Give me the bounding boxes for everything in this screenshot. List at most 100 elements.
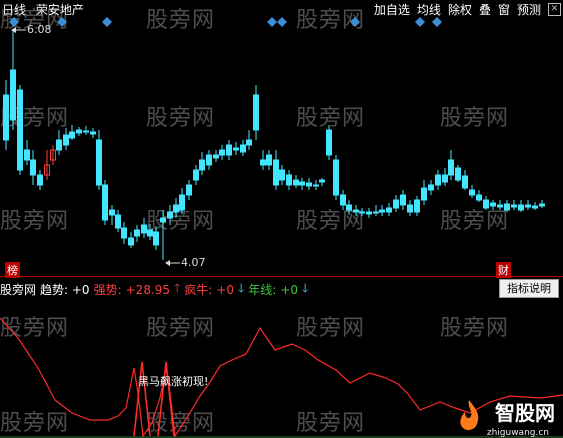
candle-body — [448, 159, 454, 176]
diamond-marker — [57, 17, 67, 27]
candle-body — [153, 231, 159, 246]
candle-body — [17, 89, 23, 171]
candle-body — [179, 194, 185, 211]
candle-body — [102, 184, 108, 221]
candle-body — [37, 174, 43, 186]
crazy-label: 疯牛: — [184, 283, 213, 297]
max-price-label: 6.08 — [27, 23, 52, 36]
candle-body — [393, 199, 399, 209]
candle-body — [109, 209, 115, 216]
candle-body — [379, 209, 385, 213]
candle-body — [63, 134, 69, 146]
candle-body — [219, 149, 225, 156]
candle-body — [497, 204, 503, 208]
candle-body — [76, 129, 82, 134]
candle-body — [115, 214, 121, 229]
candle-body — [313, 184, 319, 187]
candle-body — [30, 159, 36, 176]
arrow-down-icon: 🡓 — [302, 281, 309, 295]
candle-body — [186, 184, 192, 196]
pane-divider — [0, 276, 563, 277]
arrow-up-icon: 🡑 — [174, 281, 181, 295]
candle-body — [299, 181, 305, 186]
diamond-marker — [432, 17, 442, 27]
candle-body — [319, 179, 325, 183]
candle-body — [359, 211, 365, 214]
candle-body — [518, 204, 524, 211]
arrow-down-icon: 🡓 — [238, 281, 245, 295]
candle-body — [511, 204, 517, 208]
diamond-marker — [415, 17, 425, 27]
candle-body — [340, 194, 346, 206]
candle-body — [273, 159, 279, 186]
candle-body — [366, 211, 372, 215]
candle-body — [96, 139, 102, 186]
candle-body — [240, 144, 246, 153]
candle-body — [306, 182, 312, 187]
candle-body — [3, 94, 9, 141]
candle-body — [462, 175, 468, 189]
candle-body — [333, 159, 339, 196]
candle-body — [435, 174, 441, 186]
candle-body — [483, 199, 489, 209]
candle-body — [353, 209, 359, 213]
diamond-marker — [267, 17, 277, 27]
candle-body — [206, 154, 212, 166]
diamond-marker — [102, 17, 112, 27]
flame-icon — [460, 400, 479, 431]
candle-body — [266, 154, 272, 166]
candle-body — [386, 207, 392, 213]
candle-body — [24, 149, 30, 161]
candle-body — [293, 179, 299, 186]
candle-body — [56, 139, 62, 151]
candle-body — [233, 147, 239, 151]
indicator-source: 股旁网 — [0, 283, 37, 297]
indicator-help-button[interactable]: 指标说明 — [499, 279, 559, 298]
strong-label: 强势: — [93, 283, 122, 297]
candle-body — [326, 129, 332, 156]
trend-value: 趋势: +0 — [40, 283, 90, 297]
candle-body — [90, 131, 96, 135]
candle-body — [421, 187, 427, 201]
candle-body — [476, 194, 482, 201]
year-label: 年线: — [248, 283, 277, 297]
candle-body — [455, 167, 461, 181]
candle-body — [442, 174, 448, 183]
candle-body — [414, 199, 420, 213]
diamond-marker — [277, 17, 287, 27]
candle-body — [400, 194, 406, 206]
candle-body — [160, 217, 166, 223]
crazy-value: +0 — [216, 282, 235, 297]
diamond-marker — [9, 17, 19, 27]
candle-body — [346, 204, 352, 211]
candle-body — [213, 154, 219, 159]
signal-text: 黑马飙涨初现! — [138, 375, 209, 388]
candle-body — [83, 130, 89, 133]
diamond-marker — [350, 17, 360, 27]
site-logo: 智股网 — [495, 401, 555, 425]
candle-body — [128, 237, 134, 246]
candle-body — [279, 169, 285, 181]
indicator-bar: 股旁网 趋势: +0 强势: +28.95 🡑 疯牛: +0 🡓 年线: +0 … — [0, 281, 308, 298]
candle-body — [286, 174, 292, 186]
candle-body — [373, 211, 379, 214]
candle-body — [134, 229, 140, 237]
candle-body — [504, 203, 510, 211]
candle-body — [10, 69, 16, 121]
candle-body — [469, 189, 475, 196]
candle-body — [407, 204, 413, 213]
candle-body — [539, 203, 545, 207]
candle-body — [253, 94, 259, 131]
candle-body — [260, 159, 266, 166]
candle-body — [167, 211, 173, 219]
signal-markers — [9, 17, 442, 27]
year-value: +0 — [280, 282, 299, 297]
candle-body — [147, 229, 153, 237]
candle-body — [226, 144, 232, 156]
strong-value: +28.95 — [125, 282, 171, 297]
candle-body — [199, 159, 205, 171]
candlestick-chart[interactable] — [0, 0, 563, 276]
candle-body — [246, 139, 252, 146]
candle-body — [428, 184, 434, 191]
min-price-label: 4.07 — [181, 256, 206, 269]
